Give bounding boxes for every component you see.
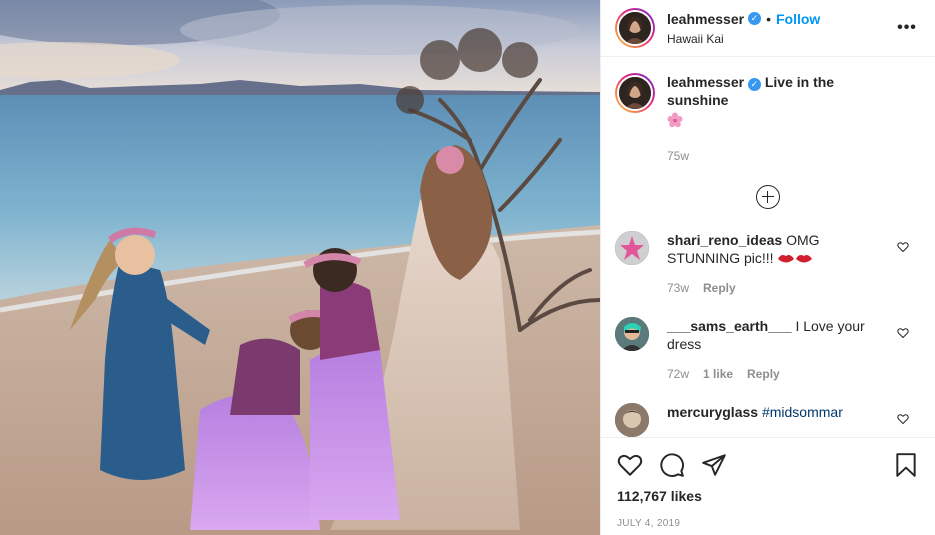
- paper-plane-icon[interactable]: [701, 452, 727, 478]
- comment-timestamp[interactable]: 72w: [667, 365, 689, 383]
- commenter-avatar[interactable]: [615, 317, 649, 351]
- heart-icon[interactable]: [617, 452, 643, 478]
- commenter-photo-image: [615, 231, 649, 265]
- load-more-comments[interactable]: [615, 185, 921, 209]
- reply-button[interactable]: Reply: [703, 279, 736, 297]
- comment-username[interactable]: mercuryglass: [667, 404, 758, 420]
- comment-username[interactable]: ___sams_earth___: [667, 318, 792, 334]
- commenter-photo-image: [615, 403, 649, 437]
- author-avatar[interactable]: [615, 8, 655, 48]
- comment-like-heart-icon[interactable]: [897, 327, 909, 339]
- follow-button[interactable]: Follow: [776, 11, 820, 27]
- bookmark-icon[interactable]: [893, 452, 919, 478]
- instagram-post: leahmesser ✓ • Follow Hawaii Kai ••• lea…: [0, 0, 935, 535]
- reply-button[interactable]: Reply: [747, 365, 780, 383]
- post-actions: 112,767 likes JULY 4, 2019: [601, 437, 935, 535]
- likes-count[interactable]: 112,767 likes: [617, 488, 919, 504]
- more-options-label: •••: [897, 19, 917, 36]
- caption: leahmesser ✓ Live in the sunshine 75w: [615, 73, 921, 165]
- post-photo[interactable]: [0, 0, 600, 535]
- verified-badge-icon: ✓: [747, 78, 761, 91]
- post-location[interactable]: Hawaii Kai: [667, 32, 895, 46]
- beach-photo-image: [0, 0, 600, 535]
- comment-like-heart-icon[interactable]: [897, 413, 909, 425]
- commenter-avatar[interactable]: [615, 231, 649, 265]
- comment-likes[interactable]: 1 like: [703, 365, 733, 383]
- verified-badge-icon: ✓: [748, 12, 762, 25]
- caption-timestamp[interactable]: 75w: [667, 147, 689, 165]
- comment-item: mercuryglass #midsommar: [615, 403, 921, 437]
- post-header: leahmesser ✓ • Follow Hawaii Kai •••: [601, 0, 935, 57]
- comment-hashtag[interactable]: #midsommar: [762, 404, 843, 420]
- post-sidebar: leahmesser ✓ • Follow Hawaii Kai ••• lea…: [600, 0, 935, 535]
- commenter-photo-image: [615, 317, 649, 351]
- cherry-blossom-icon: [667, 112, 683, 128]
- commenter-avatar[interactable]: [615, 403, 649, 437]
- post-date[interactable]: JULY 4, 2019: [617, 518, 919, 529]
- comment-icon[interactable]: [659, 452, 685, 478]
- plus-circle-icon: [756, 185, 780, 209]
- author-photo-image: [619, 12, 651, 44]
- more-options-icon[interactable]: •••: [895, 16, 919, 40]
- caption-author-avatar[interactable]: [615, 73, 655, 113]
- comment-timestamp[interactable]: 73w: [667, 279, 689, 297]
- separator-dot: •: [766, 10, 771, 27]
- comments-section[interactable]: leahmesser ✓ Live in the sunshine 75w sh…: [601, 57, 935, 437]
- author-username[interactable]: leahmesser: [667, 11, 744, 27]
- caption-username[interactable]: leahmesser: [667, 74, 744, 90]
- comment-username[interactable]: shari_reno_ideas: [667, 232, 782, 248]
- comment-item: shari_reno_ideas OMG STUNNING pic!!! 73w…: [615, 231, 921, 297]
- comment-like-heart-icon[interactable]: [897, 241, 909, 253]
- lips-emoji-icon: [777, 250, 813, 266]
- comment-item: ___sams_earth___ I Love your dress 72w 1…: [615, 317, 921, 383]
- caption-author-photo-image: [619, 77, 651, 109]
